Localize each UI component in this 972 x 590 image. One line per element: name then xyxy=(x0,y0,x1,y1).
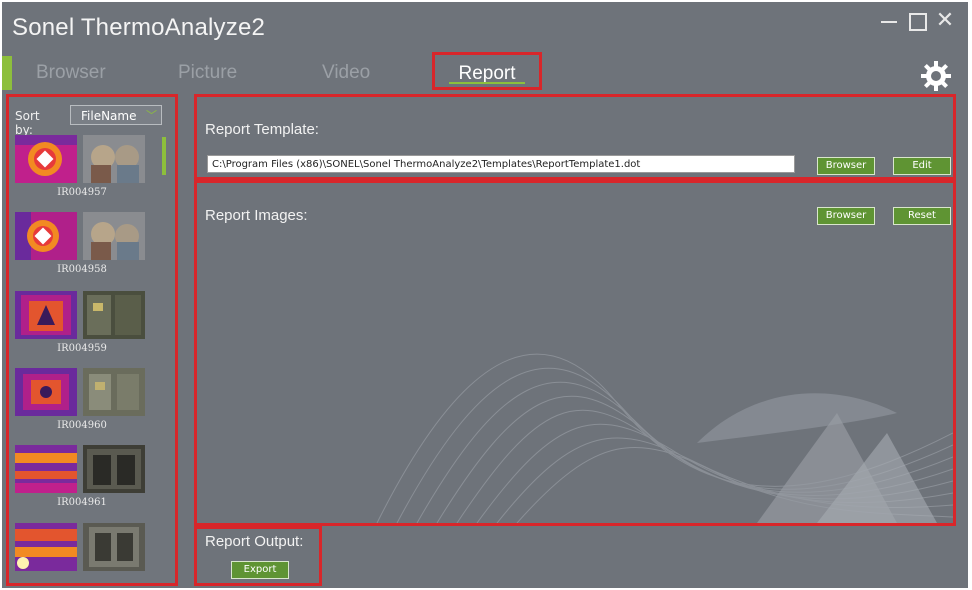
app-window: Sonel ThermoAnalyze2 ✕ Browser Picture V… xyxy=(2,2,968,588)
gear-icon[interactable] xyxy=(920,60,952,92)
decorative-background xyxy=(376,353,953,523)
template-edit-button[interactable]: Edit xyxy=(893,157,951,175)
thumbnail-label: IR004959 xyxy=(57,343,107,354)
sort-label: Sort by: xyxy=(15,109,40,137)
sort-value: FileName xyxy=(81,109,137,123)
thumbnail-item[interactable]: IR004959 xyxy=(15,291,149,361)
tab-picture[interactable]: Picture xyxy=(178,58,237,90)
tab-report[interactable]: Report xyxy=(432,52,542,90)
visual-image xyxy=(83,368,145,416)
thermal-image xyxy=(15,445,77,493)
export-button[interactable]: Export xyxy=(231,561,289,579)
thumbnail-item[interactable]: IR004958 xyxy=(15,212,149,282)
thermal-image xyxy=(15,523,77,571)
visual-image xyxy=(83,291,145,339)
template-path-field[interactable]: C:\Program Files (x86)\SONEL\Sonel Therm… xyxy=(207,155,795,173)
thermal-image xyxy=(15,135,77,183)
chevron-down-icon: ﹀ xyxy=(146,109,157,122)
report-template-section: Report Template: C:\Program Files (x86)\… xyxy=(194,94,956,180)
thumbnail-label: IR004958 xyxy=(57,264,107,275)
report-output-section: Report Output: Export xyxy=(194,526,322,586)
report-output-label: Report Output: xyxy=(205,533,304,550)
thermal-image xyxy=(15,291,77,339)
thumbnail-item[interactable]: IR004961 xyxy=(15,445,149,515)
thermal-image xyxy=(15,212,77,260)
tab-accent-bar xyxy=(2,56,12,90)
thumbnail-label: IR004960 xyxy=(57,420,107,431)
visual-image xyxy=(83,135,145,183)
template-browse-button[interactable]: Browser xyxy=(817,157,875,175)
report-images-label: Report Images: xyxy=(205,207,308,224)
visual-image xyxy=(83,445,145,493)
tab-browser[interactable]: Browser xyxy=(36,58,106,90)
thumbnail-label: IR004961 xyxy=(57,497,107,508)
scrollbar[interactable] xyxy=(162,137,166,175)
minimize-button[interactable] xyxy=(878,10,900,32)
report-images-section: Report Images: Browser Reset xyxy=(194,180,956,526)
maximize-button[interactable] xyxy=(906,10,928,32)
close-button[interactable]: ✕ xyxy=(934,10,956,32)
tab-video[interactable]: Video xyxy=(322,58,370,90)
thumbnail-item[interactable] xyxy=(15,523,149,583)
thermal-image xyxy=(15,368,77,416)
images-reset-button[interactable]: Reset xyxy=(893,207,951,225)
app-title: Sonel ThermoAnalyze2 xyxy=(12,14,266,41)
visual-image xyxy=(83,212,145,260)
thumbnail-label: IR004957 xyxy=(57,187,107,198)
report-template-label: Report Template: xyxy=(205,121,319,138)
thumbnail-browser-panel: Sort by: FileName ﹀ IR004957 IR004958 IR… xyxy=(6,94,178,586)
visual-image xyxy=(83,523,145,571)
thumbnail-item[interactable]: IR004960 xyxy=(15,368,149,438)
images-browse-button[interactable]: Browser xyxy=(817,207,875,225)
thumbnail-item[interactable]: IR004957 xyxy=(15,135,149,205)
sort-select[interactable]: FileName ﹀ xyxy=(70,105,162,125)
